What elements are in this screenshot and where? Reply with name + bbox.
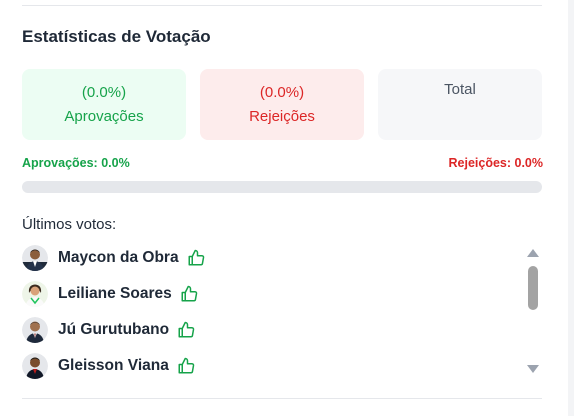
rejections-percent: (0.0%) [259, 83, 305, 101]
thumbs-up-icon [187, 249, 205, 267]
list-item: Jú Gurutubano [22, 317, 195, 343]
divider-bottom [22, 398, 542, 399]
thumbs-up-icon [177, 357, 195, 375]
recent-votes-heading: Últimos votos: [22, 216, 117, 233]
thumbs-up-icon [177, 321, 195, 339]
rejections-card: (0.0%) Rejeições [200, 69, 364, 140]
total-card: Total [378, 69, 542, 140]
voter-name: Leiliane Soares [58, 285, 172, 302]
avatar [22, 353, 48, 379]
avatar [22, 317, 48, 343]
voter-name: Maycon da Obra [58, 249, 179, 266]
vote-progress-bar [22, 181, 542, 193]
scroll-up-arrow-icon[interactable] [527, 249, 539, 257]
avatar [22, 281, 48, 307]
list-item: Gleisson Viana [22, 353, 195, 379]
approvals-card: (0.0%) Aprovações [22, 69, 186, 140]
recent-votes-list[interactable]: Maycon da Obra Leiliane Soares Jú Gurutu… [22, 240, 512, 380]
thumbs-up-icon [180, 285, 198, 303]
rejections-label: Rejeições [249, 107, 315, 125]
list-item: Leiliane Soares [22, 281, 198, 307]
approvals-percent: (0.0%) [81, 83, 127, 101]
page-scrollbar[interactable] [568, 0, 574, 416]
scroll-down-arrow-icon[interactable] [527, 365, 539, 373]
avatar [22, 245, 48, 271]
voter-name: Gleisson Viana [58, 357, 169, 374]
total-label: Total [444, 81, 476, 98]
section-title: Estatísticas de Votação [22, 27, 211, 46]
voter-name: Jú Gurutubano [58, 321, 170, 338]
approvals-legend: Aprovações: 0.0% [22, 156, 130, 170]
list-item: Maycon da Obra [22, 245, 205, 271]
rejections-legend: Rejeições: 0.0% [448, 156, 544, 170]
approvals-label: Aprovações [64, 107, 144, 125]
votes-scrollbar-thumb[interactable] [528, 266, 538, 310]
divider-top [22, 5, 542, 6]
